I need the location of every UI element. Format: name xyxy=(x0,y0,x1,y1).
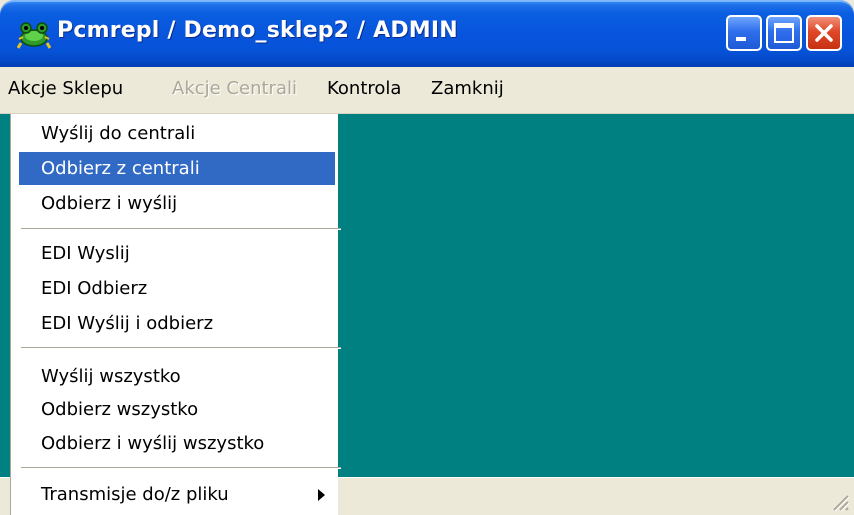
menu-item-label: Odbierz wszystko xyxy=(41,399,199,420)
maximize-icon xyxy=(774,23,794,43)
maximize-button[interactable] xyxy=(766,15,802,51)
close-icon xyxy=(815,24,833,42)
menu-item-label: EDI Odbierz xyxy=(41,278,148,299)
frog-app-icon[interactable] xyxy=(16,19,52,49)
minimize-button[interactable] xyxy=(726,15,762,51)
menu-item-label: Transmisje do/z pliku xyxy=(41,484,229,505)
menu-item-wyslij-do-centrali[interactable]: Wyślij do centrali xyxy=(19,117,335,150)
menu-item-label: EDI Wyślij i odbierz xyxy=(41,313,214,334)
menu-separator xyxy=(21,467,341,469)
menu-item-wyslij-wszystko[interactable]: Wyślij wszystko xyxy=(19,360,335,393)
title-bar[interactable]: Pcmrepl / Demo_sklep2 / ADMIN xyxy=(0,0,854,67)
menu-item-edi-wyslij[interactable]: EDI Wyslij xyxy=(19,237,335,270)
application-window: Pcmrepl / Demo_sklep2 / ADMIN Akcje Skle… xyxy=(0,0,854,515)
minimize-icon xyxy=(736,37,746,41)
menu-separator xyxy=(21,347,341,349)
menu-item-odbierz-z-centrali[interactable]: Odbierz z centrali xyxy=(19,152,335,185)
menu-kontrola[interactable]: Kontrola xyxy=(327,78,401,99)
menu-akcje-sklepu[interactable]: Akcje Sklepu xyxy=(8,78,123,99)
menu-item-odbierz-i-wyslij-wszystko[interactable]: Odbierz i wyślij wszystko xyxy=(19,427,335,460)
menu-item-label: Wyślij do centrali xyxy=(41,123,196,144)
menu-item-odbierz-wszystko[interactable]: Odbierz wszystko xyxy=(19,393,335,426)
menu-separator xyxy=(21,228,341,230)
menu-item-label: Wyślij wszystko xyxy=(41,366,181,387)
menu-bar: Akcje Sklepu Akcje Centrali Kontrola Zam… xyxy=(0,67,854,114)
window-title: Pcmrepl / Demo_sklep2 / ADMIN xyxy=(57,18,458,43)
close-button[interactable] xyxy=(806,15,842,51)
menu-item-edi-odbierz[interactable]: EDI Odbierz xyxy=(19,272,335,305)
menu-item-label: EDI Wyslij xyxy=(41,243,130,264)
menu-item-label: Odbierz i wyślij xyxy=(41,193,178,214)
menu-zamknij[interactable]: Zamknij xyxy=(431,78,504,99)
menu-item-label: Odbierz z centrali xyxy=(41,158,200,179)
resize-grip-icon[interactable] xyxy=(828,490,850,512)
menu-akcje-centrali[interactable]: Akcje Centrali xyxy=(172,78,297,99)
menu-item-label: Odbierz i wyślij wszystko xyxy=(41,433,265,454)
menu-item-odbierz-i-wyslij[interactable]: Odbierz i wyślij xyxy=(19,187,335,220)
dropdown-akcje-sklepu: Wyślij do centrali Odbierz z centrali Od… xyxy=(10,114,341,515)
submenu-arrow-icon xyxy=(318,489,325,501)
menu-item-transmisje-do-z-pliku[interactable]: Transmisje do/z pliku xyxy=(19,478,335,511)
menu-item-edi-wyslij-i-odbierz[interactable]: EDI Wyślij i odbierz xyxy=(19,307,335,340)
